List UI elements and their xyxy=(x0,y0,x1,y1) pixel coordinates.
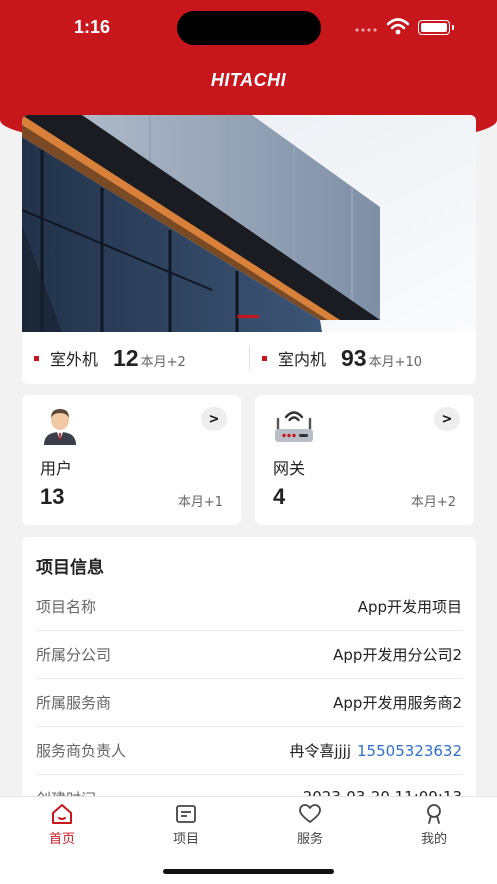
row-value: App开发用服务商2 xyxy=(333,694,462,712)
tab-label: 项目 xyxy=(172,832,199,847)
tab-label: 我的 xyxy=(420,832,447,847)
row-label: 项目名称 xyxy=(36,598,97,616)
device-summary-bar: 室外机 12 本月+2 室内机 93 本月+10 xyxy=(22,332,476,384)
status-time: 1:16 xyxy=(74,17,111,37)
person-icon xyxy=(427,804,441,824)
indoor-unit-stat[interactable]: 室内机 93 本月+10 xyxy=(262,332,422,384)
tab-label: 服务 xyxy=(296,832,323,847)
wifi-icon xyxy=(387,18,409,35)
users-delta: 本月+1 xyxy=(177,495,223,510)
outdoor-unit-count: 12 xyxy=(113,344,139,371)
branch-company-row: 所属分公司 App开发用分公司2 xyxy=(36,630,462,679)
heart-icon xyxy=(299,804,321,823)
status-bar: 1:16 xyxy=(0,0,497,56)
tab-service[interactable]: 服务 xyxy=(265,803,355,847)
row-label: 服务商负责人 xyxy=(36,742,127,760)
gateway-count: 4 xyxy=(273,484,286,509)
users-label: 用户 xyxy=(40,459,73,478)
dynamic-island xyxy=(177,11,321,45)
users-chevron-right-icon[interactable]: > xyxy=(201,407,227,431)
bullet-icon xyxy=(262,355,267,361)
contact-name: 冉令喜jjjj xyxy=(289,742,352,760)
row-value: App开发用分公司2 xyxy=(333,646,462,664)
home-indicator xyxy=(163,869,334,874)
service-provider-row: 所属服务商 App开发用服务商2 xyxy=(36,678,462,727)
document-icon xyxy=(176,805,196,823)
contact-phone-link[interactable]: 15505323632 xyxy=(357,742,462,760)
row-value: App开发用项目 xyxy=(357,598,462,616)
project-info-panel: 项目信息 项目名称 App开发用项目 所属分公司 App开发用分公司2 所属服务… xyxy=(22,537,476,823)
home-icon xyxy=(52,804,72,824)
project-name-row: 项目名称 App开发用项目 xyxy=(36,582,462,631)
bullet-icon xyxy=(34,355,39,361)
gateway-card[interactable]: > 网关 4 本月+2 xyxy=(255,395,474,525)
tab-home[interactable]: 首页 xyxy=(17,803,107,847)
user-avatar-icon xyxy=(44,409,76,445)
users-count: 13 xyxy=(40,484,65,509)
signal-dots-icon xyxy=(355,28,377,32)
row-value: 冉令喜jjjj 15505323632 xyxy=(289,740,462,761)
users-card[interactable]: > 用户 13 本月+1 xyxy=(22,395,241,525)
banner-carousel[interactable] xyxy=(22,115,476,332)
provider-contact-row: 服务商负责人 冉令喜jjjj 15505323632 xyxy=(36,726,462,775)
tab-projects[interactable]: 项目 xyxy=(141,803,231,847)
divider xyxy=(249,346,250,370)
outdoor-unit-delta: 本月+2 xyxy=(140,355,186,370)
gateway-label: 网关 xyxy=(273,459,306,478)
indoor-unit-delta: 本月+10 xyxy=(368,355,423,370)
carousel-indicator xyxy=(237,315,259,318)
outdoor-unit-label: 室外机 xyxy=(50,350,99,369)
row-label: 所属服务商 xyxy=(36,694,112,712)
outdoor-unit-stat[interactable]: 室外机 12 本月+2 xyxy=(34,332,186,384)
battery-icon xyxy=(418,20,454,35)
router-icon xyxy=(275,411,313,442)
indoor-unit-label: 室内机 xyxy=(278,350,327,369)
indoor-unit-count: 93 xyxy=(341,344,367,371)
gateway-delta: 本月+2 xyxy=(410,495,456,510)
building-facade-image xyxy=(22,115,476,332)
tab-mine[interactable]: 我的 xyxy=(389,803,479,847)
brand-logo: HITACHI xyxy=(210,70,287,90)
gateway-chevron-right-icon[interactable]: > xyxy=(434,407,460,431)
project-info-title: 项目信息 xyxy=(36,558,104,578)
tab-label: 首页 xyxy=(48,832,75,847)
row-label: 所属分公司 xyxy=(36,646,112,664)
